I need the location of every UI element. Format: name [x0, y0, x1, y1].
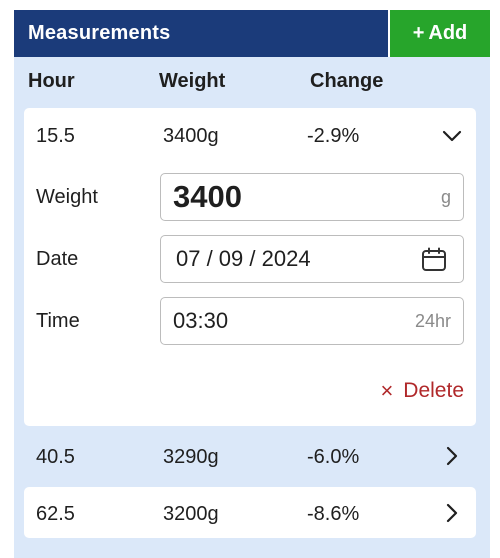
panel-title: Measurements — [14, 10, 388, 57]
weight-input-value: 3400 — [173, 179, 242, 214]
row-hour: 15.5 — [36, 125, 75, 147]
time-input-value: 03:30 — [173, 308, 229, 333]
delete-button[interactable]: × Delete — [380, 378, 464, 404]
column-header-hour: Hour — [28, 70, 75, 92]
measurement-row[interactable]: 62.5 3200g -8.6% — [24, 487, 476, 538]
date-field-label: Date — [36, 248, 79, 270]
weight-input[interactable]: 3400 g — [160, 173, 464, 221]
plus-icon: + — [412, 22, 425, 44]
date-input-value: 07 / 09 / 2024 — [176, 246, 311, 271]
column-header-weight: Weight — [159, 70, 226, 92]
row-change: -8.6% — [307, 503, 360, 525]
date-input[interactable]: 07 / 09 / 2024 — [160, 235, 464, 283]
weight-field-label: Weight — [36, 186, 98, 208]
row-weight: 3200g — [163, 503, 219, 525]
delete-label: Delete — [403, 379, 464, 402]
close-icon: × — [380, 378, 394, 403]
time-unit: 24hr — [414, 310, 451, 331]
panel-header: Measurements + Add — [14, 10, 490, 57]
add-button-label: Add — [428, 22, 468, 44]
column-header-change: Change — [310, 70, 384, 92]
measurements-panel: Measurements + Add Hour Weight Change 15… — [14, 10, 490, 558]
calendar-icon[interactable] — [421, 247, 447, 273]
time-input[interactable]: 03:30 24hr — [160, 297, 464, 345]
chevron-down-icon[interactable] — [441, 125, 463, 147]
row-weight: 3290g — [163, 446, 219, 468]
row-hour: 40.5 — [36, 446, 75, 468]
chevron-right-icon[interactable] — [441, 502, 463, 524]
add-measurement-button[interactable]: + Add — [388, 10, 490, 57]
row-hour: 62.5 — [36, 503, 75, 525]
row-weight: 3400g — [163, 125, 219, 147]
row-change: -6.0% — [307, 446, 360, 468]
measurement-row[interactable]: 40.5 3290g -6.0% — [24, 432, 476, 480]
measurement-row-summary[interactable]: 15.5 3400g -2.9% — [24, 108, 476, 164]
measurement-card-expanded: 15.5 3400g -2.9% Weight 3400 g Date 07 /… — [24, 108, 476, 426]
time-field-label: Time — [36, 310, 80, 332]
weight-unit: g — [440, 186, 451, 207]
chevron-right-icon[interactable] — [441, 445, 463, 467]
row-change: -2.9% — [307, 125, 360, 147]
